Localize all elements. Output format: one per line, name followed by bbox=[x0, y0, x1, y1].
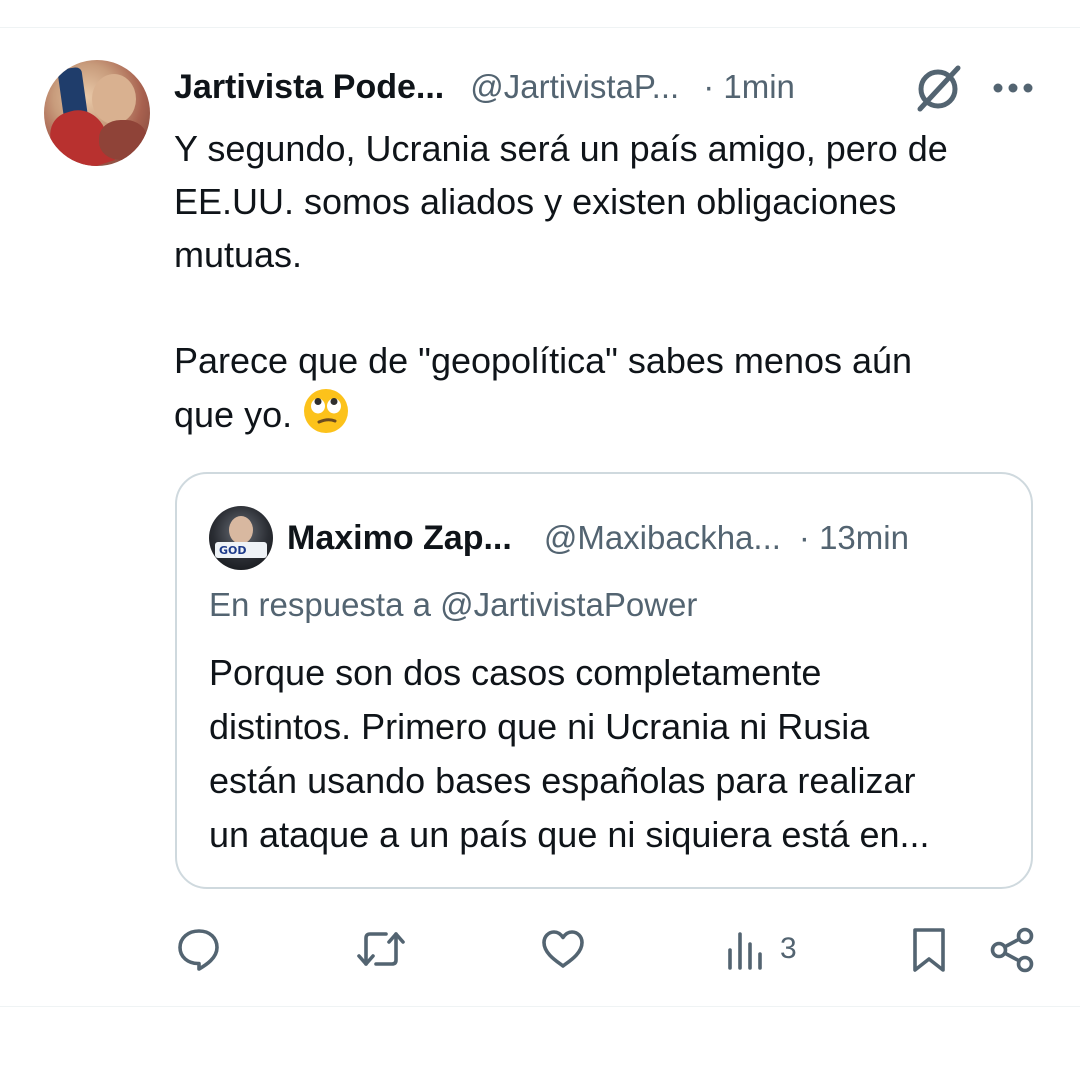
tweet-line: Parece que de "geopolítica" sabes menos … bbox=[174, 340, 913, 381]
retweet-arrows-icon bbox=[356, 928, 406, 970]
grok-icon[interactable] bbox=[910, 62, 966, 114]
bookmark-icon bbox=[910, 926, 948, 974]
quoted-tweet-header: Maximo Zap... @Maxibackha... · 13min bbox=[287, 514, 909, 562]
quoted-tweet-card[interactable]: GOD Maximo Zap... @Maxibackha... · 13min… bbox=[175, 472, 1033, 889]
tweet-timestamp[interactable]: · 1min bbox=[703, 68, 795, 106]
author-handle[interactable]: @JartivistaP... bbox=[470, 68, 679, 106]
retweet-button[interactable] bbox=[356, 928, 406, 970]
quoted-line: un ataque a un país que ni siquiera está… bbox=[209, 814, 930, 855]
quoted-author-handle[interactable]: @Maxibackha... bbox=[544, 519, 781, 557]
more-options-icon[interactable] bbox=[988, 68, 1038, 108]
quoted-line: Porque son dos casos completamente bbox=[209, 652, 822, 693]
quoted-line: están usando bases españolas para realiz… bbox=[209, 760, 916, 801]
quoted-author-display-name[interactable]: Maximo Zap... bbox=[287, 519, 512, 558]
share-button[interactable] bbox=[988, 926, 1036, 974]
tweet-text: Y segundo, Ucrania será un país amigo, p… bbox=[174, 122, 1044, 441]
tweet-paragraph-1: Y segundo, Ucrania será un país amigo, p… bbox=[174, 122, 1044, 281]
quoted-tweet-text: Porque son dos casos completamente disti… bbox=[209, 646, 1009, 862]
face-with-rolling-eyes-emoji bbox=[302, 387, 350, 435]
views-count: 3 bbox=[780, 932, 797, 965]
author-display-name[interactable]: Jartivista Pode... bbox=[174, 68, 444, 107]
tweet-line: EE.UU. somos aliados y existen obligacio… bbox=[174, 181, 897, 222]
top-divider bbox=[0, 27, 1080, 28]
tweet-paragraph-2: Parece que de "geopolítica" sabes menos … bbox=[174, 334, 1044, 441]
views-button[interactable]: 3 bbox=[726, 928, 797, 970]
like-button[interactable] bbox=[540, 928, 586, 970]
quoted-tweet-timestamp[interactable]: · 13min bbox=[799, 519, 909, 557]
heart-icon bbox=[540, 928, 586, 970]
speech-bubble-icon bbox=[176, 926, 222, 972]
quoted-line: distintos. Primero que ni Ucrania ni Rus… bbox=[209, 706, 870, 747]
reply-context[interactable]: En respuesta a @JartivistaPower bbox=[209, 586, 697, 624]
bar-chart-icon bbox=[726, 928, 766, 970]
author-avatar[interactable] bbox=[44, 60, 150, 166]
quoted-author-avatar[interactable]: GOD bbox=[209, 506, 273, 570]
share-icon bbox=[988, 926, 1036, 974]
tweet-line: que yo. bbox=[174, 394, 293, 435]
tweet-line: mutuas. bbox=[174, 234, 303, 275]
bottom-divider bbox=[0, 1006, 1080, 1007]
bookmark-button[interactable] bbox=[910, 926, 948, 974]
tweet-line: Y segundo, Ucrania será un país amigo, p… bbox=[174, 128, 948, 169]
tweet-line-with-emoji: que yo. bbox=[174, 387, 1044, 441]
reply-button[interactable] bbox=[176, 926, 222, 972]
